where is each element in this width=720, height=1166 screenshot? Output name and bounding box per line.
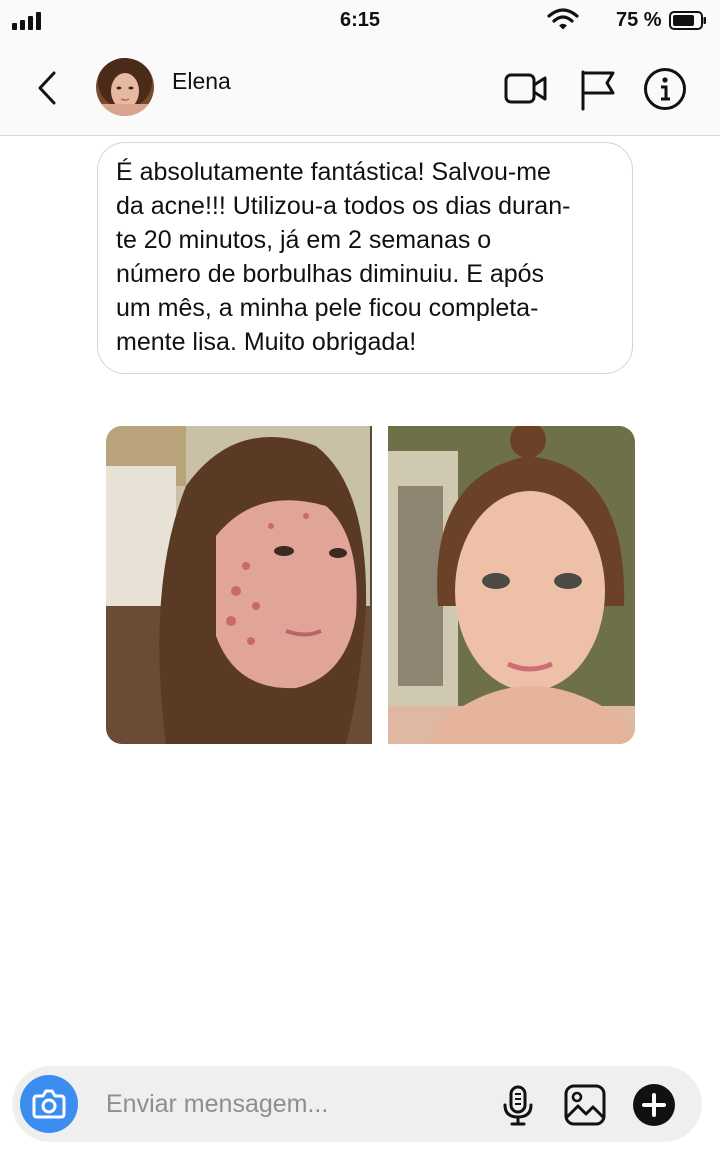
contact-name[interactable]: Elena — [172, 68, 231, 95]
after-photo — [388, 426, 635, 744]
before-photo — [106, 426, 372, 744]
message-line: da acne!!! Utilizou-a todos os dias dura… — [116, 192, 571, 220]
message-input[interactable] — [106, 1086, 486, 1122]
video-call-icon[interactable] — [503, 66, 549, 112]
image-icon[interactable] — [563, 1083, 607, 1127]
camera-button[interactable] — [20, 1075, 78, 1133]
battery-icon — [669, 11, 706, 30]
chat-header: Elena — [0, 40, 720, 136]
plus-icon[interactable] — [632, 1083, 676, 1127]
message-bubble[interactable]: É absolutamente fantástica! Salvou-me da… — [97, 142, 633, 374]
flag-icon[interactable] — [575, 66, 621, 112]
camera-icon — [32, 1089, 66, 1119]
message-line: mente lisa. Muito obrigada! — [116, 328, 417, 356]
message-composer — [12, 1066, 702, 1142]
battery-percentage: 75 % — [616, 9, 662, 31]
message-line: te 20 minutos, já em 2 semanas o — [116, 226, 492, 254]
message-line: um mês, a minha pele ficou completa- — [116, 294, 539, 322]
message-line: É absolutamente fantástica! Salvou-me — [116, 158, 551, 186]
status-bar: 6:15 75 % — [0, 0, 720, 40]
photo-message[interactable] — [106, 426, 635, 744]
microphone-icon[interactable] — [496, 1083, 540, 1127]
message-line: número de borbulhas diminuiu. E após — [116, 260, 545, 288]
avatar[interactable] — [96, 58, 154, 116]
info-icon[interactable] — [642, 66, 688, 112]
wifi-icon — [547, 8, 579, 30]
back-chevron-icon[interactable] — [34, 70, 62, 106]
status-time: 6:15 — [339, 9, 381, 31]
